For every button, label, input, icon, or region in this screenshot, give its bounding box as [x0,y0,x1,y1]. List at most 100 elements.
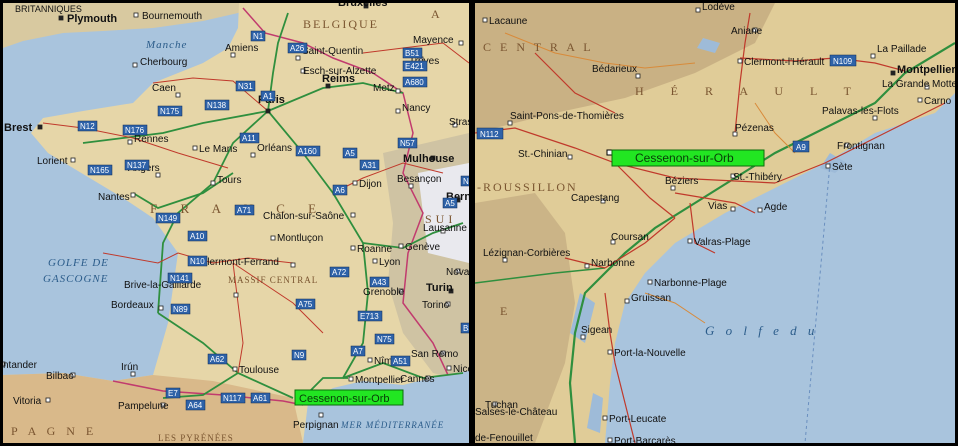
city-label: Clermont-Ferrand [200,257,279,268]
city-label: Roanne [357,244,392,255]
city-label: Amiens [225,43,258,54]
city-label: Frontignan [837,141,885,152]
road-shield-label: N31 [238,82,253,91]
label-mer: MER MÉDITERRANÉE [340,420,444,430]
road-shield-label: B51 [405,49,420,58]
city-label: St.-Chinian [518,149,567,160]
city-label: Lorient [37,156,68,167]
label-massif-central: MASSIF CENTRAL [228,275,318,285]
city-label: Mayence [413,35,454,46]
detail-map-herault[interactable]: C E N T R A L H É R A U L T -ROUSSILLON … [475,3,955,443]
city-label: Port-Barcarès [614,436,676,443]
city-dot [70,157,76,163]
city-label: Narbonne [591,258,635,269]
road-shield-label: A5 [445,199,455,208]
city-label: Le Mans [199,144,237,155]
city-label: Mulhouse [403,153,454,165]
road-shield-label: A31 [362,161,377,170]
city-label: Lausanne [423,223,467,234]
city-dot [737,58,743,64]
road-shield-label: A5 [345,149,355,158]
city-label: Metz [373,83,395,94]
city-label: Chalon-sur-Saône [263,211,345,222]
road-shield-label: N138 [207,101,227,110]
label-pyrenees: LES PYRÉNÉES [158,433,234,443]
city-label: Bilbao [46,371,74,382]
city-label: Besançon [397,174,441,185]
city-label: Montpellier [897,64,955,76]
city-label: La Paillade [877,44,927,55]
city-label: Valras-Plage [694,237,751,248]
city-label: Toulouse [239,365,279,376]
city-dot [132,62,138,68]
city-dot [192,145,198,151]
city-dot [567,154,573,160]
label-manche: Manche [145,39,187,51]
road-shield-label: N4 [463,177,469,186]
city-label: Nice [453,364,469,375]
city-dot [367,357,373,363]
road-shield-label: A6 [335,186,345,195]
overview-map-france[interactable]: Manche GOLFE DE GASCOGNE MER MÉDITERRANÉ… [3,3,469,443]
label-belgique: BELGIQUE [303,17,379,31]
city-dot [482,17,488,23]
city-label: Montpellier [355,375,405,386]
city-dot [607,349,613,355]
city-dot [350,245,356,251]
city-label: Palavas-les-Flots [822,106,899,117]
city-dot [352,180,358,186]
city-label: Narbonne-Plage [654,278,727,289]
city-label: Lodève [702,3,735,13]
label-roussillon: -ROUSSILLON [477,180,578,194]
label-herault: H É R A U L T [635,84,863,98]
city-dot [158,305,164,311]
city-label: Salses-le-Château [475,407,557,418]
city-dot [232,366,238,372]
city-dot [175,92,181,98]
city-dot [270,235,276,241]
city-label: Lyon [379,257,400,268]
overview-map-canvas: Manche GOLFE DE GASCOGNE MER MÉDITERRANÉ… [3,3,469,443]
label-espagne: P A G N E [11,424,97,438]
city-dot [458,40,464,46]
road-shield-label: N176 [125,126,145,135]
city-dot [350,212,356,218]
city-dot [607,437,613,443]
city-label: Saint-Pons-de-Thomières [510,111,624,122]
road-shield-label: A680 [405,78,424,87]
road-shield-label: N1 [253,32,264,41]
road-shield-label: N89 [173,305,188,314]
city-label: Port-la-Nouvelle [614,348,686,359]
road-shield-label: E421 [405,62,424,71]
road-shield-label: A26 [290,44,305,53]
city-label: Béziers [665,176,698,187]
city-label: Dijon [359,179,382,190]
city-label: Pézenas [735,123,774,134]
city-label: Bédarieux [592,64,637,75]
road-shield-label: A11 [242,134,256,143]
city-label: Agde [764,202,788,213]
highlight-label-overview: Cessenon-sur-Orb [299,393,389,405]
city-label: Stras [449,117,469,128]
city-dot [290,262,296,268]
road-shield-label: N109 [833,57,853,66]
city-label: Sète [832,162,853,173]
city-label: Pampelune [118,401,169,412]
city-label: Bruxelles [338,3,388,9]
label-a: A [431,7,446,21]
road-shield-label: A160 [298,147,317,156]
city-label: Orléans [257,143,292,154]
city-dot [395,108,401,114]
road-shield-label: N12 [80,122,95,131]
city-label: Nantes [98,192,130,203]
city-label: Rennes [134,134,168,145]
label-gascogne: GASCOGNE [43,273,108,285]
road-shield-label: N175 [160,107,180,116]
city-label: Clermont-l'Hérault [744,57,824,68]
city-dot [58,15,64,21]
road-shield-label: N57 [400,139,415,148]
city-dot [757,207,763,213]
city-label: Caen [152,83,176,94]
city-dot [318,412,324,418]
city-dot [398,243,404,249]
